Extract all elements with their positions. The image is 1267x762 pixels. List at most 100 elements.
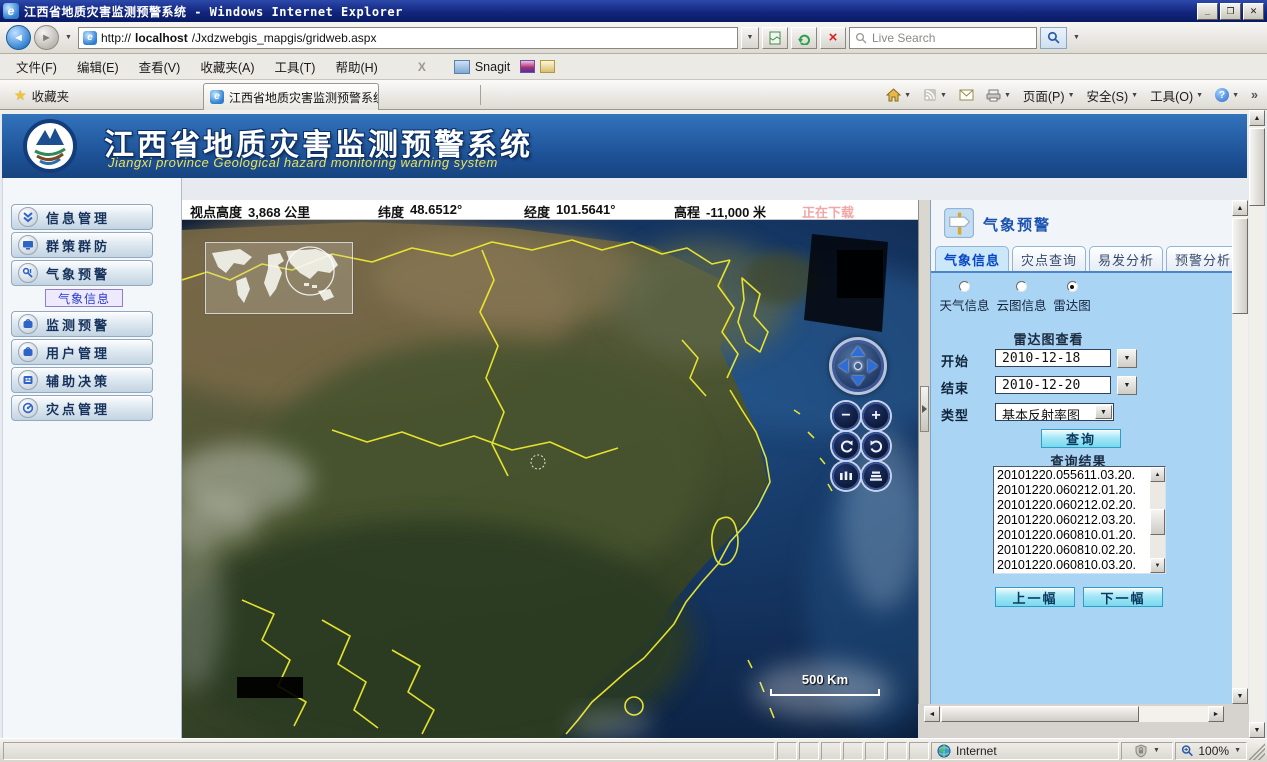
radio-circle-icon[interactable] xyxy=(959,281,970,292)
menu-favorites[interactable]: 收藏夹(A) xyxy=(190,54,264,79)
end-date-dropdown-button[interactable]: ▼ xyxy=(1117,376,1137,395)
result-item[interactable]: 20101220.060810.01.20. xyxy=(994,528,1150,543)
next-image-button[interactable]: 下一幅 xyxy=(1083,587,1163,607)
tab-warning-analysis[interactable]: 预警分析 xyxy=(1166,246,1232,271)
sidebar-item-decision-support[interactable]: 辅助决策 xyxy=(11,367,153,393)
panel-horizontal-scrollbar[interactable]: ◄ ► xyxy=(924,706,1224,722)
sidebar-item-mass-prevention[interactable]: 群策群防 xyxy=(11,232,153,258)
sidebar-item-weather-warning[interactable]: 气象预警 xyxy=(11,260,153,286)
addon-close-button[interactable]: X xyxy=(418,60,426,74)
result-item[interactable]: 20101220.060212.02.20. xyxy=(994,498,1150,513)
radio-weather-info[interactable]: 天气信息 xyxy=(936,281,993,314)
zoom-out-button[interactable]: − xyxy=(832,402,860,430)
zoom-in-button[interactable]: + xyxy=(862,402,890,430)
snagit-toolbar[interactable]: Snagit xyxy=(454,60,510,74)
menu-view[interactable]: 查看(V) xyxy=(129,54,191,79)
snagit-capture-icon[interactable] xyxy=(540,60,555,73)
scrollbar-thumb[interactable] xyxy=(1249,128,1265,206)
start-date-dropdown-button[interactable]: ▼ xyxy=(1117,349,1137,368)
radio-radar-image[interactable]: 雷达图 xyxy=(1050,281,1094,314)
radio-cloud-image[interactable]: 云图信息 xyxy=(993,281,1050,314)
scrollbar-thumb[interactable] xyxy=(1150,509,1165,535)
favorites-button[interactable]: ★ 收藏夹 xyxy=(6,84,77,107)
search-input[interactable]: Live Search xyxy=(849,27,1037,49)
menu-file[interactable]: 文件(F) xyxy=(6,54,67,79)
listbox-scrollbar[interactable]: ▲ ▼ xyxy=(1150,467,1165,573)
page-vertical-scrollbar[interactable]: ▲ ▼ xyxy=(1249,110,1265,738)
minimize-button[interactable]: _ xyxy=(1197,3,1218,20)
scroll-up-icon[interactable]: ▲ xyxy=(1249,110,1265,126)
snagit-profile-icon[interactable] xyxy=(520,60,535,73)
scrollbar-thumb[interactable] xyxy=(941,706,1139,722)
result-item[interactable]: 20101220.060810.02.20. xyxy=(994,543,1150,558)
result-item[interactable]: 20101220.060212.03.20. xyxy=(994,513,1150,528)
tab-weather-info[interactable]: 气象信息 xyxy=(935,246,1009,271)
panel-vertical-scrollbar[interactable]: ▲ ▼ xyxy=(1232,200,1248,704)
result-item[interactable]: 20101220.060810.03.20. xyxy=(994,558,1150,573)
menu-edit[interactable]: 编辑(E) xyxy=(67,54,129,79)
pan-down-icon[interactable] xyxy=(851,376,865,386)
address-input[interactable]: e http://localhost/Jxdzwebgis_mapgis/gri… xyxy=(78,27,738,49)
results-listbox[interactable]: 20101220.055611.03.20. 20101220.060212.0… xyxy=(993,466,1166,574)
scroll-left-icon[interactable]: ◄ xyxy=(924,706,940,722)
pan-compass-control[interactable] xyxy=(829,337,887,395)
sidebar-item-info-mgmt[interactable]: 信息管理 xyxy=(11,204,153,230)
scroll-up-icon[interactable]: ▲ xyxy=(1232,200,1248,216)
refresh-button[interactable] xyxy=(791,27,817,49)
search-go-button[interactable] xyxy=(1040,27,1067,49)
rotate-right-button[interactable] xyxy=(862,432,890,460)
forward-button[interactable]: ► xyxy=(34,25,59,50)
menu-help[interactable]: 帮助(H) xyxy=(325,54,387,79)
history-dropdown-icon[interactable]: ▼ xyxy=(62,28,75,48)
help-button[interactable]: ? ▼ xyxy=(1210,86,1244,104)
maximize-button[interactable]: ❐ xyxy=(1220,3,1241,20)
rotate-left-button[interactable] xyxy=(832,432,860,460)
pan-left-icon[interactable] xyxy=(838,359,848,373)
read-mail-button[interactable] xyxy=(954,87,979,103)
zoom-level-cell[interactable]: 100% ▼ xyxy=(1175,742,1247,760)
feeds-button[interactable]: ▼ xyxy=(918,86,952,104)
home-button[interactable]: ▼ xyxy=(881,86,916,104)
radio-circle-icon[interactable] xyxy=(1067,281,1078,292)
protected-mode-cell[interactable]: ▼ xyxy=(1121,742,1173,760)
resize-grip[interactable] xyxy=(1249,742,1265,760)
search-options-dropdown[interactable]: ▼ xyxy=(1070,28,1083,48)
splitter-collapse-handle[interactable] xyxy=(920,386,929,432)
sidebar-item-user-mgmt[interactable]: 用户管理 xyxy=(11,339,153,365)
tools-menu-button[interactable]: 工具(O)▼ xyxy=(1145,84,1208,107)
sidebar-item-hazard-mgmt[interactable]: 灾点管理 xyxy=(11,395,153,421)
tilt-down-button[interactable] xyxy=(862,462,890,490)
address-dropdown-button[interactable]: ▼ xyxy=(741,27,759,49)
scroll-down-icon[interactable]: ▼ xyxy=(1232,688,1248,704)
browser-tab[interactable]: e 江西省地质灾害监测预警系统 xyxy=(203,83,379,110)
menu-tools[interactable]: 工具(T) xyxy=(264,54,325,79)
close-button[interactable]: ✕ xyxy=(1243,3,1264,20)
tab-susceptibility-analysis[interactable]: 易发分析 xyxy=(1089,246,1163,271)
stop-button[interactable]: × xyxy=(820,27,846,49)
end-date-select[interactable]: 2010-12-20 xyxy=(995,376,1111,394)
type-dropdown-arrow[interactable]: ▼ xyxy=(1095,405,1112,419)
tab-hazard-query[interactable]: 灾点查询 xyxy=(1012,246,1086,271)
scroll-down-icon[interactable]: ▼ xyxy=(1150,558,1165,573)
scroll-down-icon[interactable]: ▼ xyxy=(1249,722,1265,738)
back-button[interactable]: ◄ xyxy=(6,25,31,50)
result-item[interactable]: 20101220.055611.03.20. xyxy=(994,468,1150,483)
sidebar-item-monitor-warning[interactable]: 监测预警 xyxy=(11,311,153,337)
radio-circle-icon[interactable] xyxy=(1016,281,1027,292)
previous-image-button[interactable]: 上一幅 xyxy=(995,587,1075,607)
scroll-right-icon[interactable]: ► xyxy=(1208,706,1224,722)
overflow-chevron[interactable]: » xyxy=(1246,86,1263,104)
query-button[interactable]: 查询 xyxy=(1041,429,1121,448)
scroll-up-icon[interactable]: ▲ xyxy=(1150,467,1165,482)
print-button[interactable]: ▼ xyxy=(981,87,1016,104)
overview-map[interactable] xyxy=(205,242,353,314)
tilt-up-button[interactable] xyxy=(832,462,860,490)
scrollbar-thumb[interactable] xyxy=(1232,218,1248,314)
result-item[interactable]: 20101220.060212.01.20. xyxy=(994,483,1150,498)
pan-right-icon[interactable] xyxy=(868,359,878,373)
page-menu-button[interactable]: 页面(P)▼ xyxy=(1018,84,1080,107)
compatibility-view-button[interactable] xyxy=(762,27,788,49)
pan-up-icon[interactable] xyxy=(851,346,865,356)
start-date-select[interactable]: 2010-12-18 xyxy=(995,349,1111,367)
sidebar-subitem-weather-info[interactable]: 气象信息 xyxy=(45,289,123,307)
